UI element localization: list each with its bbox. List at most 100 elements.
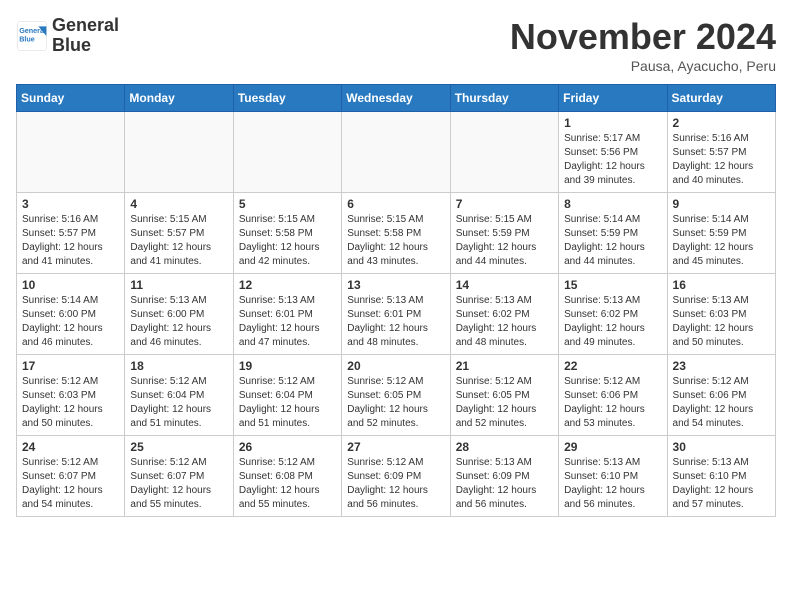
day-number: 14 (456, 278, 553, 292)
day-info: Sunrise: 5:12 AMSunset: 6:09 PMDaylight:… (347, 456, 444, 512)
day-info: Sunrise: 5:12 AMSunset: 6:05 PMDaylight:… (347, 375, 444, 431)
day-info: Sunrise: 5:12 AMSunset: 6:05 PMDaylight:… (456, 375, 553, 431)
logo-line2: Blue (52, 36, 119, 56)
location-subtitle: Pausa, Ayacucho, Peru (510, 58, 776, 74)
calendar-cell: 3 Sunrise: 5:16 AMSunset: 5:57 PMDaylight… (17, 193, 125, 274)
day-info: Sunrise: 5:12 AMSunset: 6:03 PMDaylight:… (22, 375, 119, 431)
col-header-saturday: Saturday (667, 85, 775, 112)
day-info: Sunrise: 5:16 AMSunset: 5:57 PMDaylight:… (673, 132, 770, 188)
day-number: 9 (673, 197, 770, 211)
calendar-cell (342, 112, 450, 193)
calendar-cell: 22 Sunrise: 5:12 AMSunset: 6:06 PMDayligh… (559, 355, 667, 436)
calendar-week-1: 1Sunrise: 5:17 AMSunset: 5:56 PMDaylight… (17, 112, 776, 193)
day-info: Sunrise: 5:15 AMSunset: 5:58 PMDaylight:… (239, 213, 336, 269)
svg-text:Blue: Blue (19, 34, 35, 43)
day-number: 22 (564, 359, 661, 373)
calendar-week-3: 10Sunrise: 5:14 AMSunset: 6:00 PMDayligh… (17, 274, 776, 355)
day-number: 27 (347, 440, 444, 454)
day-number: 29 (564, 440, 661, 454)
calendar-cell (17, 112, 125, 193)
day-info: Sunrise: 5:13 AMSunset: 6:10 PMDaylight:… (564, 456, 661, 512)
calendar-cell: 27 Sunrise: 5:12 AMSunset: 6:09 PMDayligh… (342, 436, 450, 517)
day-info: Sunrise: 5:15 AMSunset: 5:58 PMDaylight:… (347, 213, 444, 269)
calendar-cell: 16Sunrise: 5:13 AMSunset: 6:03 PMDayligh… (667, 274, 775, 355)
title-block: November 2024 Pausa, Ayacucho, Peru (510, 16, 776, 74)
day-info: Sunrise: 5:12 AMSunset: 6:08 PMDaylight:… (239, 456, 336, 512)
day-info: Sunrise: 5:13 AMSunset: 6:09 PMDaylight:… (456, 456, 553, 512)
day-info: Sunrise: 5:14 AMSunset: 5:59 PMDaylight:… (564, 213, 661, 269)
logo-icon: General Blue (16, 20, 48, 52)
calendar-cell: 7Sunrise: 5:15 AMSunset: 5:59 PMDaylight… (450, 193, 558, 274)
day-number: 10 (22, 278, 119, 292)
calendar-cell: 1Sunrise: 5:17 AMSunset: 5:56 PMDaylight… (559, 112, 667, 193)
day-number: 7 (456, 197, 553, 211)
calendar-cell: 28 Sunrise: 5:13 AMSunset: 6:09 PMDayligh… (450, 436, 558, 517)
calendar-table: SundayMondayTuesdayWednesdayThursdayFrid… (16, 84, 776, 517)
calendar-week-4: 17Sunrise: 5:12 AMSunset: 6:03 PMDayligh… (17, 355, 776, 436)
col-header-friday: Friday (559, 85, 667, 112)
day-number: 15 (564, 278, 661, 292)
day-info: Sunrise: 5:15 AMSunset: 5:57 PMDaylight:… (130, 213, 227, 269)
calendar-cell: 26 Sunrise: 5:12 AMSunset: 6:08 PMDayligh… (233, 436, 341, 517)
day-number: 25 (130, 440, 227, 454)
day-info: Sunrise: 5:13 AMSunset: 6:02 PMDaylight:… (564, 294, 661, 350)
day-number: 30 (673, 440, 770, 454)
calendar-cell: 20 Sunrise: 5:12 AMSunset: 6:05 PMDayligh… (342, 355, 450, 436)
calendar-cell: 30 Sunrise: 5:13 AMSunset: 6:10 PMDayligh… (667, 436, 775, 517)
calendar-cell: 5 Sunrise: 5:15 AMSunset: 5:58 PMDaylight… (233, 193, 341, 274)
calendar-cell: 25 Sunrise: 5:12 AMSunset: 6:07 PMDayligh… (125, 436, 233, 517)
calendar-cell: 24 Sunrise: 5:12 AMSunset: 6:07 PMDayligh… (17, 436, 125, 517)
calendar-cell: 13 Sunrise: 5:13 AMSunset: 6:01 PMDayligh… (342, 274, 450, 355)
calendar-cell: 11Sunrise: 5:13 AMSunset: 6:00 PMDayligh… (125, 274, 233, 355)
day-info: Sunrise: 5:12 AMSunset: 6:07 PMDaylight:… (130, 456, 227, 512)
day-number: 19 (239, 359, 336, 373)
day-info: Sunrise: 5:12 AMSunset: 6:06 PMDaylight:… (564, 375, 661, 431)
page-header: General Blue General Blue November 2024 … (16, 16, 776, 74)
day-info: Sunrise: 5:12 AMSunset: 6:04 PMDaylight:… (239, 375, 336, 431)
day-number: 5 (239, 197, 336, 211)
calendar-cell: 18Sunrise: 5:12 AMSunset: 6:04 PMDayligh… (125, 355, 233, 436)
day-info: Sunrise: 5:12 AMSunset: 6:04 PMDaylight:… (130, 375, 227, 431)
col-header-wednesday: Wednesday (342, 85, 450, 112)
calendar-cell: 19 Sunrise: 5:12 AMSunset: 6:04 PMDayligh… (233, 355, 341, 436)
month-title: November 2024 (510, 16, 776, 58)
calendar-cell: 21 Sunrise: 5:12 AMSunset: 6:05 PMDayligh… (450, 355, 558, 436)
day-number: 28 (456, 440, 553, 454)
logo-text: General Blue (52, 16, 119, 56)
day-number: 12 (239, 278, 336, 292)
calendar-week-2: 3 Sunrise: 5:16 AMSunset: 5:57 PMDaylight… (17, 193, 776, 274)
calendar-cell: 4Sunrise: 5:15 AMSunset: 5:57 PMDaylight… (125, 193, 233, 274)
day-info: Sunrise: 5:13 AMSunset: 6:00 PMDaylight:… (130, 294, 227, 350)
day-number: 26 (239, 440, 336, 454)
day-number: 2 (673, 116, 770, 130)
day-info: Sunrise: 5:16 AMSunset: 5:57 PMDaylight:… (22, 213, 119, 269)
calendar-cell: 6Sunrise: 5:15 AMSunset: 5:58 PMDaylight… (342, 193, 450, 274)
calendar-cell: 17Sunrise: 5:12 AMSunset: 6:03 PMDayligh… (17, 355, 125, 436)
calendar-cell: 10Sunrise: 5:14 AMSunset: 6:00 PMDayligh… (17, 274, 125, 355)
day-info: Sunrise: 5:13 AMSunset: 6:01 PMDaylight:… (347, 294, 444, 350)
day-info: Sunrise: 5:12 AMSunset: 6:07 PMDaylight:… (22, 456, 119, 512)
calendar-week-5: 24 Sunrise: 5:12 AMSunset: 6:07 PMDayligh… (17, 436, 776, 517)
day-number: 24 (22, 440, 119, 454)
day-number: 21 (456, 359, 553, 373)
day-number: 20 (347, 359, 444, 373)
calendar-cell: 9Sunrise: 5:14 AMSunset: 5:59 PMDaylight… (667, 193, 775, 274)
calendar-cell: 2 Sunrise: 5:16 AMSunset: 5:57 PMDaylight… (667, 112, 775, 193)
day-number: 8 (564, 197, 661, 211)
calendar-cell (233, 112, 341, 193)
logo-line1: General (52, 16, 119, 36)
col-header-tuesday: Tuesday (233, 85, 341, 112)
logo: General Blue General Blue (16, 16, 119, 56)
day-number: 23 (673, 359, 770, 373)
day-number: 13 (347, 278, 444, 292)
day-info: Sunrise: 5:13 AMSunset: 6:03 PMDaylight:… (673, 294, 770, 350)
day-info: Sunrise: 5:13 AMSunset: 6:10 PMDaylight:… (673, 456, 770, 512)
day-info: Sunrise: 5:12 AMSunset: 6:06 PMDaylight:… (673, 375, 770, 431)
calendar-cell (125, 112, 233, 193)
col-header-sunday: Sunday (17, 85, 125, 112)
calendar-header-row: SundayMondayTuesdayWednesdayThursdayFrid… (17, 85, 776, 112)
calendar-cell: 14Sunrise: 5:13 AMSunset: 6:02 PMDayligh… (450, 274, 558, 355)
day-number: 3 (22, 197, 119, 211)
calendar-cell: 8 Sunrise: 5:14 AMSunset: 5:59 PMDaylight… (559, 193, 667, 274)
calendar-cell: 29 Sunrise: 5:13 AMSunset: 6:10 PMDayligh… (559, 436, 667, 517)
